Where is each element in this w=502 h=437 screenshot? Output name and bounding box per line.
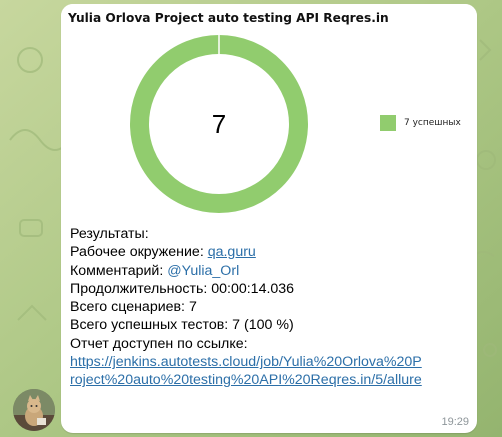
duration-line: Продолжительность: 00:00:14.036 <box>70 280 295 297</box>
passed-line: Всего успешных тестов: 7 (100 %) <box>70 317 294 334</box>
allure-link-line-2[interactable]: roject%20auto%20testing%20API%20Reqres.i… <box>70 371 475 389</box>
legend-swatch <box>380 115 396 131</box>
link-label: Отчет доступен по ссылке: <box>70 335 248 352</box>
scenarios-line: Всего сценариев: 7 <box>70 299 197 316</box>
chart-image[interactable]: 7 <box>61 4 477 214</box>
comment-label: Комментарий: <box>70 262 168 279</box>
avatar-image <box>13 389 55 431</box>
comment-mention[interactable]: @Yulia_Orl <box>167 263 239 279</box>
chart-legend: 7 успешных <box>380 115 461 131</box>
avatar[interactable] <box>13 389 55 431</box>
donut-center-value: 7 <box>212 109 226 139</box>
env-link[interactable]: qa.guru <box>208 244 256 260</box>
allure-link-line-1[interactable]: https://jenkins.autotests.cloud/job/Yuli… <box>70 353 475 371</box>
message-time: 19:29 <box>441 416 469 428</box>
env-line: Рабочее окружение: qa.guru <box>70 243 475 261</box>
chart-title: Yulia Orlova Project auto testing API Re… <box>68 11 389 25</box>
env-label: Рабочее окружение: <box>70 244 208 261</box>
legend-label: 7 успешных <box>404 118 461 128</box>
report-text: Результаты: Рабочее окружение: qa.guru К… <box>70 225 475 390</box>
report-heading: Результаты: <box>70 226 149 242</box>
message-bubble: 7 Yulia Orlova Project auto testing API … <box>61 4 477 433</box>
comment-line: Комментарий: @Yulia_Orl <box>70 262 475 280</box>
